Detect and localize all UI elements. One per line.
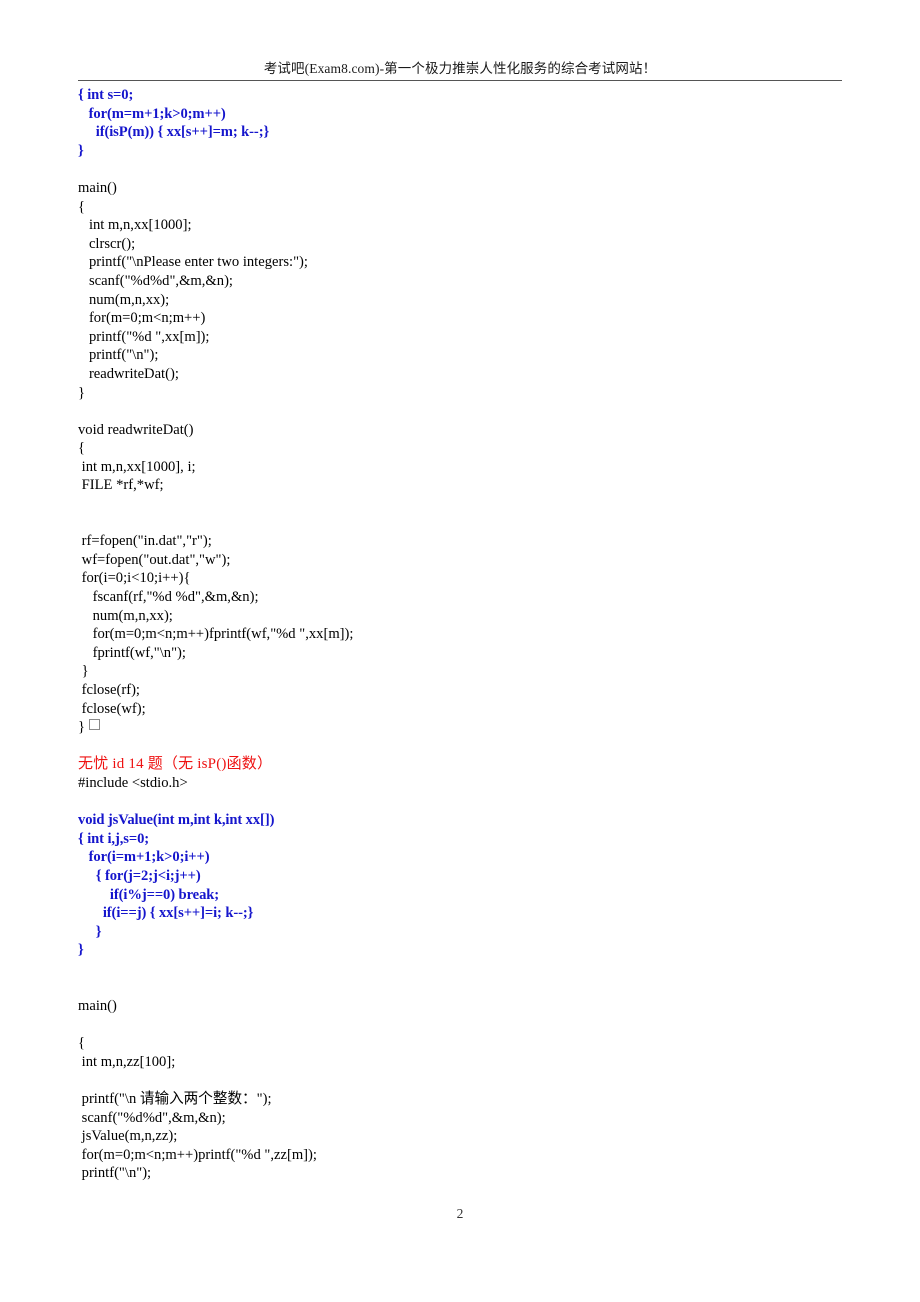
code-line: main() bbox=[78, 998, 117, 1015]
code-line: } bbox=[78, 718, 878, 737]
code-line: { for(j=2;j<i;j++) bbox=[78, 867, 201, 884]
code-line: num(m,n,xx); bbox=[78, 291, 170, 308]
header-divider bbox=[78, 80, 842, 81]
code-line: printf("\nPlease enter two integers:"); bbox=[78, 254, 308, 271]
code-line: clrscr(); bbox=[78, 235, 136, 252]
code-line: for(i=m+1;k>0;i++) bbox=[78, 849, 210, 866]
code-line: printf("%d ",xx[m]); bbox=[78, 328, 210, 345]
code-line: { bbox=[78, 1035, 86, 1052]
code-line: for(m=0;m<n;m++)fprintf(wf,"%d ",xx[m]); bbox=[78, 626, 354, 643]
code-line: for(m=0;m<n;m++) bbox=[78, 310, 206, 327]
code-line: fscanf(rf,"%d %d",&m,&n); bbox=[78, 589, 259, 606]
code-line: 无忧 id 14 题（无 isP()函数） bbox=[78, 756, 273, 773]
code-line: printf("\n"); bbox=[78, 347, 159, 364]
code-line: jsValue(m,n,zz); bbox=[78, 1128, 178, 1145]
code-line: FILE *rf,*wf; bbox=[78, 477, 164, 494]
code-line: fprintf(wf,"\n"); bbox=[78, 644, 186, 661]
code-line: for(i=0;i<10;i++){ bbox=[78, 570, 191, 587]
page-number: 2 bbox=[456, 1206, 464, 1221]
header-site-title: 考试吧(Exam8.com)-第一个极力推崇人性化服务的综合考试网站！ bbox=[263, 61, 657, 76]
code-line: rf=fopen("in.dat","r"); bbox=[78, 533, 212, 550]
code-line: } bbox=[78, 663, 89, 680]
code-body: { int s=0; for(m=m+1;k>0;m++) if(isP(m))… bbox=[78, 86, 878, 1183]
code-line: fclose(wf); bbox=[78, 700, 146, 717]
code-line: } bbox=[78, 923, 102, 940]
code-line: { bbox=[78, 198, 86, 215]
code-line: printf("\n"); bbox=[78, 1165, 152, 1182]
code-line: if(isP(m)) { xx[s++]=m; k--;} bbox=[78, 124, 270, 141]
code-line: if(i==j) { xx[s++]=i; k--;} bbox=[78, 905, 254, 922]
code-line: int m,n,xx[1000]; bbox=[78, 217, 192, 234]
code-line: scanf("%d%d",&m,&n); bbox=[78, 272, 233, 289]
page-header: 考试吧(Exam8.com)-第一个极力推崇人性化服务的综合考试网站！ bbox=[78, 60, 842, 89]
code-line: } bbox=[78, 942, 84, 959]
code-line: { bbox=[78, 440, 86, 457]
document-page: 考试吧(Exam8.com)-第一个极力推崇人性化服务的综合考试网站！ { in… bbox=[0, 0, 920, 1302]
code-line: { int s=0; bbox=[78, 87, 134, 103]
code-line: #include <stdio.h> bbox=[78, 774, 188, 791]
code-line: int m,n,xx[1000], i; bbox=[78, 458, 196, 475]
code-line: for(m=m+1;k>0;m++) bbox=[78, 105, 226, 122]
code-line: for(m=0;m<n;m++)printf("%d ",zz[m]); bbox=[78, 1146, 317, 1163]
code-line: fclose(rf); bbox=[78, 682, 140, 698]
code-line: num(m,n,xx); bbox=[78, 607, 173, 624]
code-line: if(i%j==0) break; bbox=[78, 886, 220, 903]
code-line: wf=fopen("out.dat","w"); bbox=[78, 551, 231, 568]
code-line: scanf("%d%d",&m,&n); bbox=[78, 1109, 226, 1126]
code-line: void readwriteDat() bbox=[78, 421, 194, 438]
code-line: printf("\n 请输入两个整数："); bbox=[78, 1091, 272, 1108]
formatting-mark-icon bbox=[89, 719, 101, 731]
code-line: } bbox=[78, 142, 84, 159]
code-line-text: } bbox=[78, 719, 86, 736]
code-line: { int i,j,s=0; bbox=[78, 830, 150, 847]
code-line: readwriteDat(); bbox=[78, 365, 179, 382]
code-line: main() bbox=[78, 179, 117, 196]
code-line: } bbox=[78, 384, 86, 401]
code-line: int m,n,zz[100]; bbox=[78, 1053, 176, 1070]
code-line: void jsValue(int m,int k,int xx[]) bbox=[78, 812, 275, 829]
page-footer: 2 bbox=[0, 1205, 920, 1222]
